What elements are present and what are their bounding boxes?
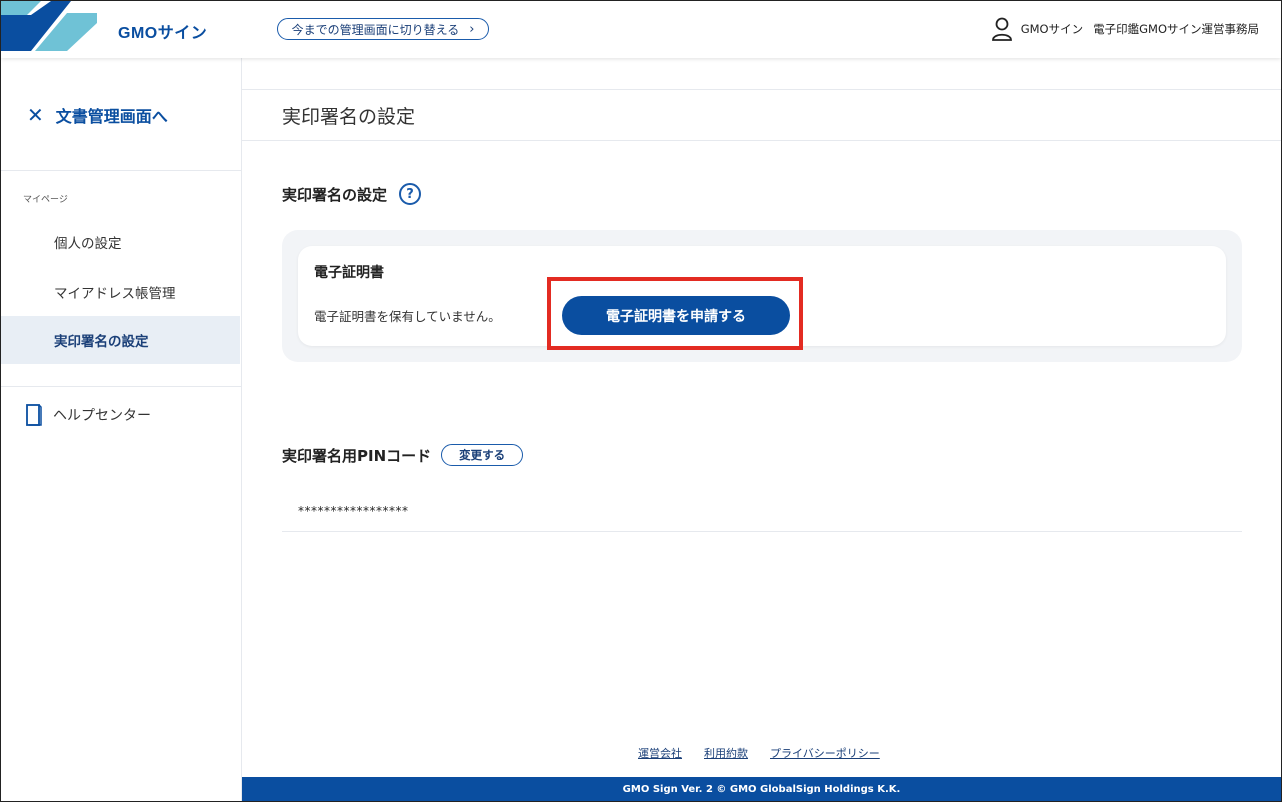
- page-title: 実印署名の設定: [282, 106, 416, 128]
- pin-divider: [282, 531, 1242, 532]
- sidebar-divider: [1, 170, 241, 171]
- footer-link-company[interactable]: 運営会社: [638, 745, 682, 761]
- user-menu[interactable]: GMOサイン 電子印鑑GMOサイン運営事務局: [991, 17, 1259, 41]
- main-content: 実印署名の設定 実印署名の設定 ? 電子証明書 電子証明書を保有していません。 …: [242, 58, 1281, 777]
- certificate-heading: 電子証明書: [314, 265, 384, 281]
- pin-section-title: 実印署名用PINコード 変更する: [282, 444, 524, 466]
- close-icon: ✕: [27, 103, 44, 127]
- app-frame: GMOサイン 今までの管理画面に切り替える › GMOサイン 電子印鑑GMOサイ…: [0, 0, 1282, 802]
- sidebar-item-label: 実印署名の設定: [54, 334, 149, 350]
- sidebar-item-help-center[interactable]: ヘルプセンター: [25, 403, 151, 427]
- sidebar-section-label: マイページ: [23, 195, 68, 205]
- chevron-right-icon: ›: [469, 21, 475, 37]
- highlight-box: [547, 277, 803, 350]
- sidebar-item-personal-settings[interactable]: 個人の設定: [1, 218, 240, 266]
- footer-copyright: GMO Sign Ver. 2 © GMO GlobalSign Holding…: [242, 777, 1281, 801]
- org-name: 電子印鑑GMOサイン運営事務局: [1093, 22, 1259, 36]
- footer-link-privacy[interactable]: プライバシーポリシー: [770, 745, 880, 761]
- sidebar-item-address-book[interactable]: マイアドレス帳管理: [1, 268, 240, 316]
- switch-admin-button[interactable]: 今までの管理画面に切り替える ›: [277, 18, 489, 40]
- back-to-documents-label: 文書管理画面へ: [55, 107, 168, 126]
- sidebar-item-label: 個人の設定: [54, 236, 122, 252]
- sidebar-item-label: マイアドレス帳管理: [54, 286, 176, 302]
- page-title-bar: 実印署名の設定: [242, 89, 1281, 141]
- back-to-documents-link[interactable]: ✕ 文書管理画面へ: [27, 103, 168, 127]
- help-center-label: ヘルプセンター: [53, 408, 151, 424]
- user-icon: [991, 17, 1012, 41]
- logo-text[interactable]: GMOサイン: [118, 19, 207, 43]
- pin-title-text: 実印署名用PINコード: [282, 446, 432, 465]
- user-name: GMOサイン: [1020, 22, 1084, 36]
- section-title-text: 実印署名の設定: [282, 185, 388, 204]
- sidebar-divider: [1, 386, 241, 387]
- logo-mark-icon[interactable]: [1, 1, 101, 51]
- sidebar-item-signature-settings[interactable]: 実印署名の設定: [1, 316, 240, 364]
- section-title: 実印署名の設定 ?: [282, 183, 422, 205]
- change-pin-button[interactable]: 変更する: [441, 444, 524, 466]
- top-header: GMOサイン 今までの管理画面に切り替える › GMOサイン 電子印鑑GMOサイ…: [1, 1, 1281, 58]
- footer-links: 運営会社 利用約款 プライバシーポリシー: [638, 745, 902, 761]
- sidebar: ✕ 文書管理画面へ マイページ 個人の設定 マイアドレス帳管理 実印署名の設定 …: [1, 58, 242, 801]
- certificate-status: 電子証明書を保有していません。: [314, 309, 501, 324]
- help-icon[interactable]: ?: [399, 183, 422, 205]
- book-icon: [26, 404, 42, 426]
- footer-link-terms[interactable]: 利用約款: [704, 745, 748, 761]
- switch-admin-label: 今までの管理画面に切り替える: [291, 22, 460, 37]
- pin-masked-value: *****************: [298, 504, 409, 518]
